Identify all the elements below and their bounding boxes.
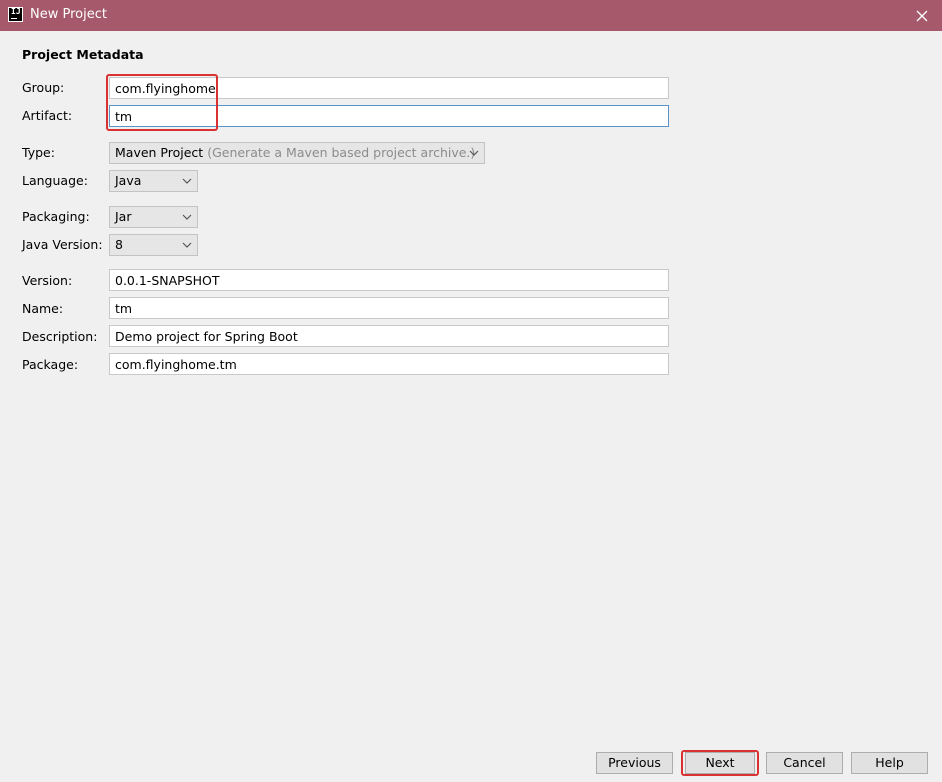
version-label: Version: [22,273,73,288]
group-artifact-highlight [106,74,218,131]
chevron-down-icon [182,214,192,220]
previous-button[interactable]: Previous [596,752,673,774]
title-bar: IJ New Project [0,0,942,31]
java-version-label: Java Version: [22,237,103,252]
cancel-button[interactable]: Cancel [766,752,843,774]
package-label: Package: [22,357,79,372]
section-title: Project Metadata [22,47,144,62]
packaging-value: Jar [115,209,132,224]
artifact-label: Artifact: [22,108,73,123]
window-title: New Project [30,7,107,22]
java-version-value: 8 [115,237,123,252]
name-label: Name: [22,301,64,316]
name-field[interactable] [109,297,669,319]
intellij-app-icon: IJ [8,7,23,22]
chevron-down-icon [469,150,479,156]
packaging-select[interactable]: Jar [109,206,198,228]
help-button[interactable]: Help [851,752,928,774]
close-button[interactable] [902,0,942,31]
chevron-down-icon [182,242,192,248]
description-label: Description: [22,329,98,344]
type-value: Maven Project [115,145,204,160]
next-button-highlight [681,750,759,776]
package-field[interactable] [109,353,669,375]
language-value: Java [115,173,142,188]
app-icon-text: IJ [11,7,21,16]
type-select[interactable]: Maven Project (Generate a Maven based pr… [109,142,485,164]
group-label: Group: [22,80,65,95]
language-select[interactable]: Java [109,170,198,192]
chevron-down-icon [182,178,192,184]
type-hint: (Generate a Maven based project archive.… [207,145,476,160]
version-field[interactable] [109,269,669,291]
java-version-select[interactable]: 8 [109,234,198,256]
description-field[interactable] [109,325,669,347]
language-label: Language: [22,173,88,188]
close-icon [916,10,928,21]
packaging-label: Packaging: [22,209,90,224]
type-label: Type: [22,145,55,160]
